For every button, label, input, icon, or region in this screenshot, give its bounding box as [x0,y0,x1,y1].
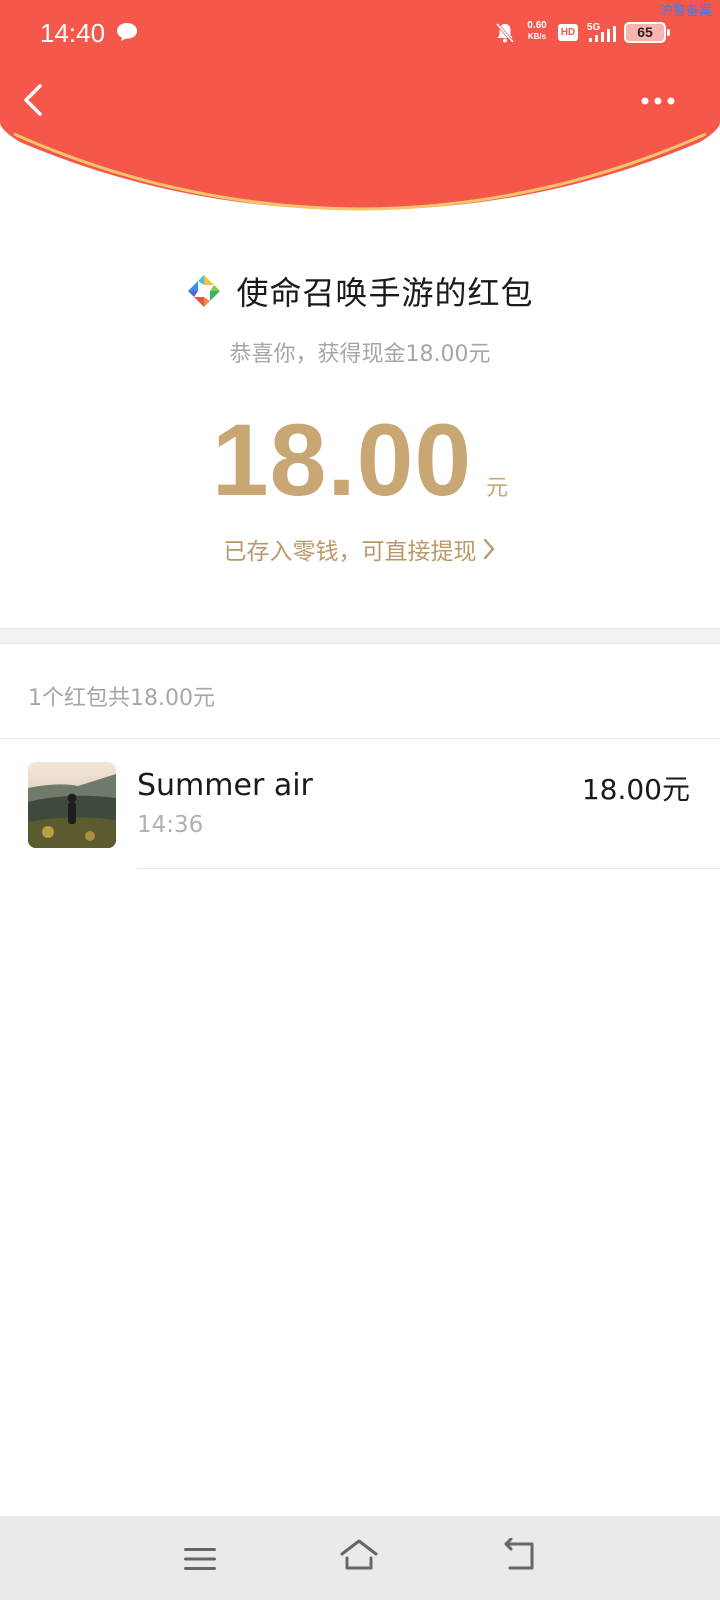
status-bar: 14:40 0.60 KB/s HD 5G 65 沪警备案 [0,0,720,66]
envelope-title: 使命召唤手游的红包 [236,274,534,312]
avatar [28,762,116,848]
envelope-subtitle: 恭喜你，获得现金18.00元 [229,342,491,367]
records-summary: 1个红包共18.00元 [28,686,215,711]
home-icon[interactable] [339,1538,379,1572]
received-amount-large: 18.00 [211,403,473,517]
signal-5g-icon: 5G [587,22,616,42]
list-item[interactable]: Summer air 14:36 18.00元 [0,760,720,870]
back-icon[interactable] [502,1538,538,1572]
amount-unit: 元 [486,476,509,501]
battery-indicator: 65 [624,22,670,43]
withdraw-link[interactable]: 已存入零钱，可直接提现 [0,532,720,566]
sender-name: Summer air [137,768,313,803]
app-logo-icon [188,275,221,307]
network-speed-unit: KB/s [527,32,547,41]
network-speed-value: 0.60 [527,20,547,31]
menu-icon[interactable] [183,1546,217,1572]
watermark-text: 沪警备案 [659,4,712,19]
message-notification-icon [117,23,137,41]
system-nav-bar [0,1516,720,1600]
section-divider [0,628,720,644]
envelope-title-row: 使命召唤手游的红包 [0,268,720,314]
network-speed: 0.60 KB/s [522,20,552,42]
divider [0,738,720,739]
hd-badge: HD [558,24,578,41]
received-time: 14:36 [137,812,204,838]
chevron-right-icon [483,538,494,560]
more-options-button[interactable] [640,92,676,110]
withdraw-link-label: 已存入零钱，可直接提现 [223,539,477,565]
status-time: 14:40 [40,18,106,48]
received-amount: 18.00元 [581,773,690,806]
network-type-label: 5G [587,22,601,33]
back-button[interactable] [18,82,52,118]
amount-row: 18.00 元 [0,400,720,520]
divider [137,868,720,869]
mute-bell-icon [495,23,515,43]
